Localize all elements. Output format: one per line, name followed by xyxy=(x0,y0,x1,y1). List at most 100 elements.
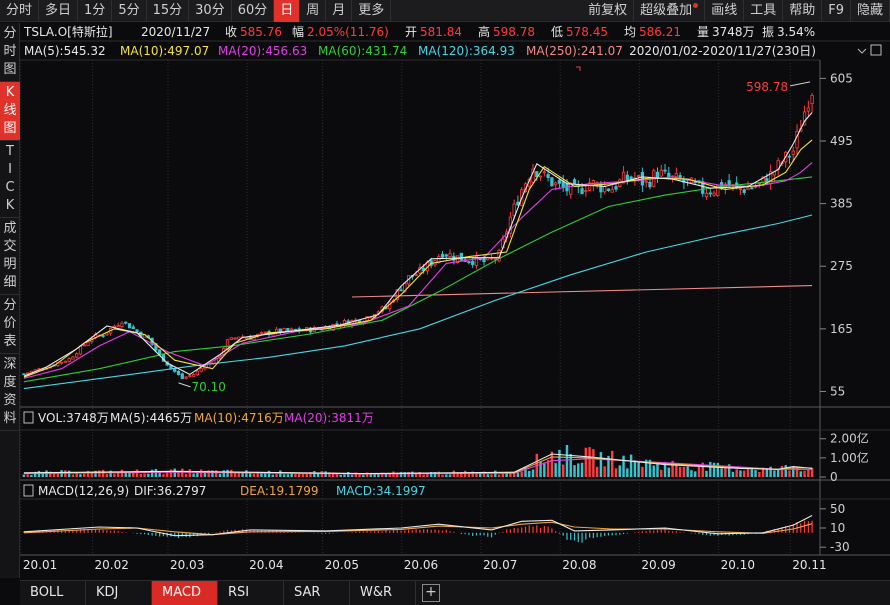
candle-body xyxy=(625,174,629,181)
date-tick-10: 20.11 xyxy=(792,558,826,572)
indicator-tab-1[interactable]: KDJ xyxy=(86,581,152,605)
toolbar-action-4[interactable]: 帮助 xyxy=(783,0,823,22)
ma-legend-5: MA(250):241.07 xyxy=(526,44,623,58)
candle-body xyxy=(708,192,712,195)
indicator-tab-2[interactable]: MACD xyxy=(152,581,218,605)
candle-body xyxy=(444,254,448,257)
add-indicator-icon[interactable]: + xyxy=(422,584,440,602)
left-tab-1[interactable]: K线图 xyxy=(0,82,20,140)
period-tab-2[interactable]: 1分 xyxy=(78,0,113,22)
date-tick-4: 20.05 xyxy=(325,558,359,572)
header-field-2: 收 xyxy=(225,25,237,39)
candle-body xyxy=(22,373,26,376)
candle-body xyxy=(644,180,648,183)
left-tab-5[interactable]: 深度资料 xyxy=(0,354,20,430)
candle-body xyxy=(580,188,584,194)
period-tab-4[interactable]: 15分 xyxy=(147,0,190,22)
candle-body xyxy=(195,370,199,376)
ma-legend-4: MA(120):364.93 xyxy=(418,44,515,58)
candle-body xyxy=(127,323,132,329)
candle-body xyxy=(746,187,750,191)
candle-body xyxy=(101,335,105,337)
notify-dot-icon xyxy=(693,2,699,8)
toolbar-action-1[interactable]: 超级叠加 xyxy=(634,0,706,22)
date-range-label: 2020/01/02-2020/11/27(230日) xyxy=(629,44,816,58)
candle-body xyxy=(259,332,264,334)
vol-legend-0: VOL:3748万 xyxy=(38,411,109,425)
candle-body xyxy=(610,189,614,193)
macd-tick-0: 50 xyxy=(830,502,845,516)
indicator-tab-0[interactable]: BOLL xyxy=(20,581,86,605)
price-tick-0: 605 xyxy=(830,71,853,85)
candle-body xyxy=(546,174,550,178)
indicator-tab-3[interactable]: RSI xyxy=(218,581,284,605)
candle-body xyxy=(655,171,660,179)
candle-body xyxy=(459,252,463,261)
period-tab-0[interactable]: 分时 xyxy=(0,0,40,22)
macd-tick-2: -30 xyxy=(830,540,850,554)
period-tab-5[interactable]: 30分 xyxy=(189,0,232,22)
header-field-8: 高 xyxy=(478,24,490,39)
price-tick-1: 495 xyxy=(830,134,853,148)
period-tab-1[interactable]: 多日 xyxy=(39,0,79,22)
date-tick-9: 20.10 xyxy=(721,558,755,572)
toolbar-action-5[interactable]: F9 xyxy=(822,0,851,22)
candle-body xyxy=(554,182,558,186)
candle-body xyxy=(414,274,418,276)
candle-body xyxy=(637,175,641,177)
candle-body xyxy=(557,179,562,184)
candle-body xyxy=(663,169,667,172)
header-field-10: 低 xyxy=(551,25,563,39)
left-tab-0[interactable]: 分时图 xyxy=(0,23,20,81)
toolbar-action-3[interactable]: 工具 xyxy=(744,0,784,22)
macd-legend-3: MACD:34.1997 xyxy=(336,484,426,498)
toolbar-action-2[interactable]: 画线 xyxy=(705,0,745,22)
ma-legend-1: MA(10):497.07 xyxy=(120,44,209,58)
candle-body xyxy=(493,258,497,260)
period-tab-6[interactable]: 60分 xyxy=(232,0,275,22)
vol-tick-0: 2.00亿 xyxy=(830,431,869,446)
high-annotation: 598.78 xyxy=(746,80,788,94)
candle-body xyxy=(335,323,339,326)
candle-body xyxy=(180,373,184,379)
candle-body xyxy=(712,192,716,196)
candle-body xyxy=(742,189,746,193)
left-tab-divider xyxy=(0,430,19,431)
candle-body xyxy=(399,289,403,292)
candle-body xyxy=(67,358,71,362)
indicator-tab-4[interactable]: SAR xyxy=(284,581,350,605)
candle-body xyxy=(199,368,203,372)
period-tab-9[interactable]: 月 xyxy=(326,0,353,22)
period-tab-7[interactable]: 日 xyxy=(274,0,301,22)
candle-body xyxy=(78,345,83,355)
period-tab-8[interactable]: 周 xyxy=(300,0,327,22)
ma-legend-3: MA(60):431.74 xyxy=(318,44,407,58)
header-field-13: 586.21 xyxy=(639,25,681,39)
candle-body xyxy=(648,181,652,188)
candle-body xyxy=(59,361,64,364)
candle-body xyxy=(75,353,79,358)
left-tab-3[interactable]: 成交明细 xyxy=(0,218,20,294)
header-field-9: 598.78 xyxy=(493,25,535,39)
kline-chart: TSLA.O[特斯拉] 2020/11/27 收 585.76 幅 2.05%(11.76… xyxy=(20,22,890,578)
toolbar-action-6[interactable]: 隐藏 xyxy=(851,0,890,22)
period-tab-10[interactable]: 更多 xyxy=(352,0,392,22)
date-tick-3: 20.04 xyxy=(249,558,283,572)
candle-body xyxy=(614,186,618,190)
indicator-tab-5[interactable]: W&R xyxy=(350,581,416,605)
candle-body xyxy=(674,173,678,178)
header-field-17: 3.54% xyxy=(777,25,815,39)
header-field-16: 振 xyxy=(762,25,774,39)
candle-body xyxy=(120,322,124,327)
left-tab-2[interactable]: TICK xyxy=(0,141,20,217)
toolbar-action-0[interactable]: 前复权 xyxy=(582,0,635,22)
candle-body xyxy=(512,203,516,216)
candle-body xyxy=(176,371,181,375)
left-tab-4[interactable]: 分价表 xyxy=(0,295,20,353)
indicator-tabs: BOLL KDJ MACD RSI SAR W&R + xyxy=(20,580,890,605)
candle-body xyxy=(482,257,486,263)
candle-body xyxy=(71,356,75,360)
period-tab-3[interactable]: 5分 xyxy=(112,0,147,22)
candle-body xyxy=(82,344,86,347)
candle-body xyxy=(124,321,128,324)
